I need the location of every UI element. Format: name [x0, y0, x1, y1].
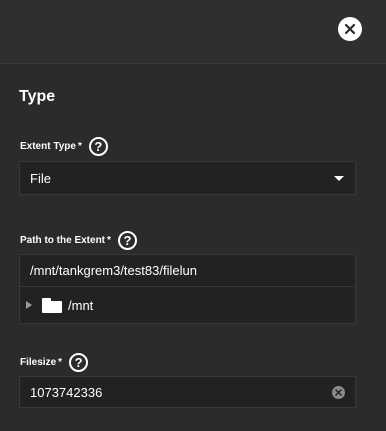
- required-mark: *: [58, 357, 63, 368]
- tree-node-label[interactable]: /mnt: [68, 298, 93, 313]
- path-label-row: Path to the Extent * ?: [20, 231, 137, 250]
- folder-icon[interactable]: [42, 297, 62, 313]
- extent-form-panel: Type Extent Type * ? File Path to the Ex…: [0, 0, 386, 431]
- help-icon[interactable]: ?: [69, 353, 89, 372]
- panel-header: [0, 0, 386, 64]
- path-label: Path to the Extent: [20, 235, 106, 246]
- filesize-label: Filesize: [20, 357, 57, 368]
- path-input[interactable]: /mnt/tankgrem3/test83/filelun: [19, 254, 356, 287]
- chevron-right-icon[interactable]: [26, 301, 32, 309]
- path-tree: /mnt: [19, 286, 356, 324]
- extent-type-label: Extent Type: [20, 141, 76, 152]
- extent-type-select[interactable]: File: [19, 161, 356, 195]
- chevron-down-icon: [334, 176, 344, 181]
- extent-type-selected-value: File: [30, 170, 51, 186]
- section-title: Type: [19, 88, 56, 105]
- required-mark: *: [107, 235, 111, 246]
- path-input-value: /mnt/tankgrem3/test83/filelun: [30, 263, 197, 278]
- filesize-input[interactable]: 1073742336: [19, 376, 356, 408]
- filesize-label-row: Filesize * ?: [20, 353, 89, 372]
- extent-type-label-row: Extent Type * ?: [20, 137, 108, 156]
- close-icon: [344, 23, 356, 35]
- clear-icon[interactable]: [332, 386, 345, 399]
- help-icon[interactable]: ?: [88, 137, 108, 156]
- close-button[interactable]: [338, 17, 362, 41]
- required-mark: *: [77, 141, 82, 152]
- help-icon[interactable]: ?: [117, 231, 137, 250]
- filesize-input-value: 1073742336: [30, 384, 103, 400]
